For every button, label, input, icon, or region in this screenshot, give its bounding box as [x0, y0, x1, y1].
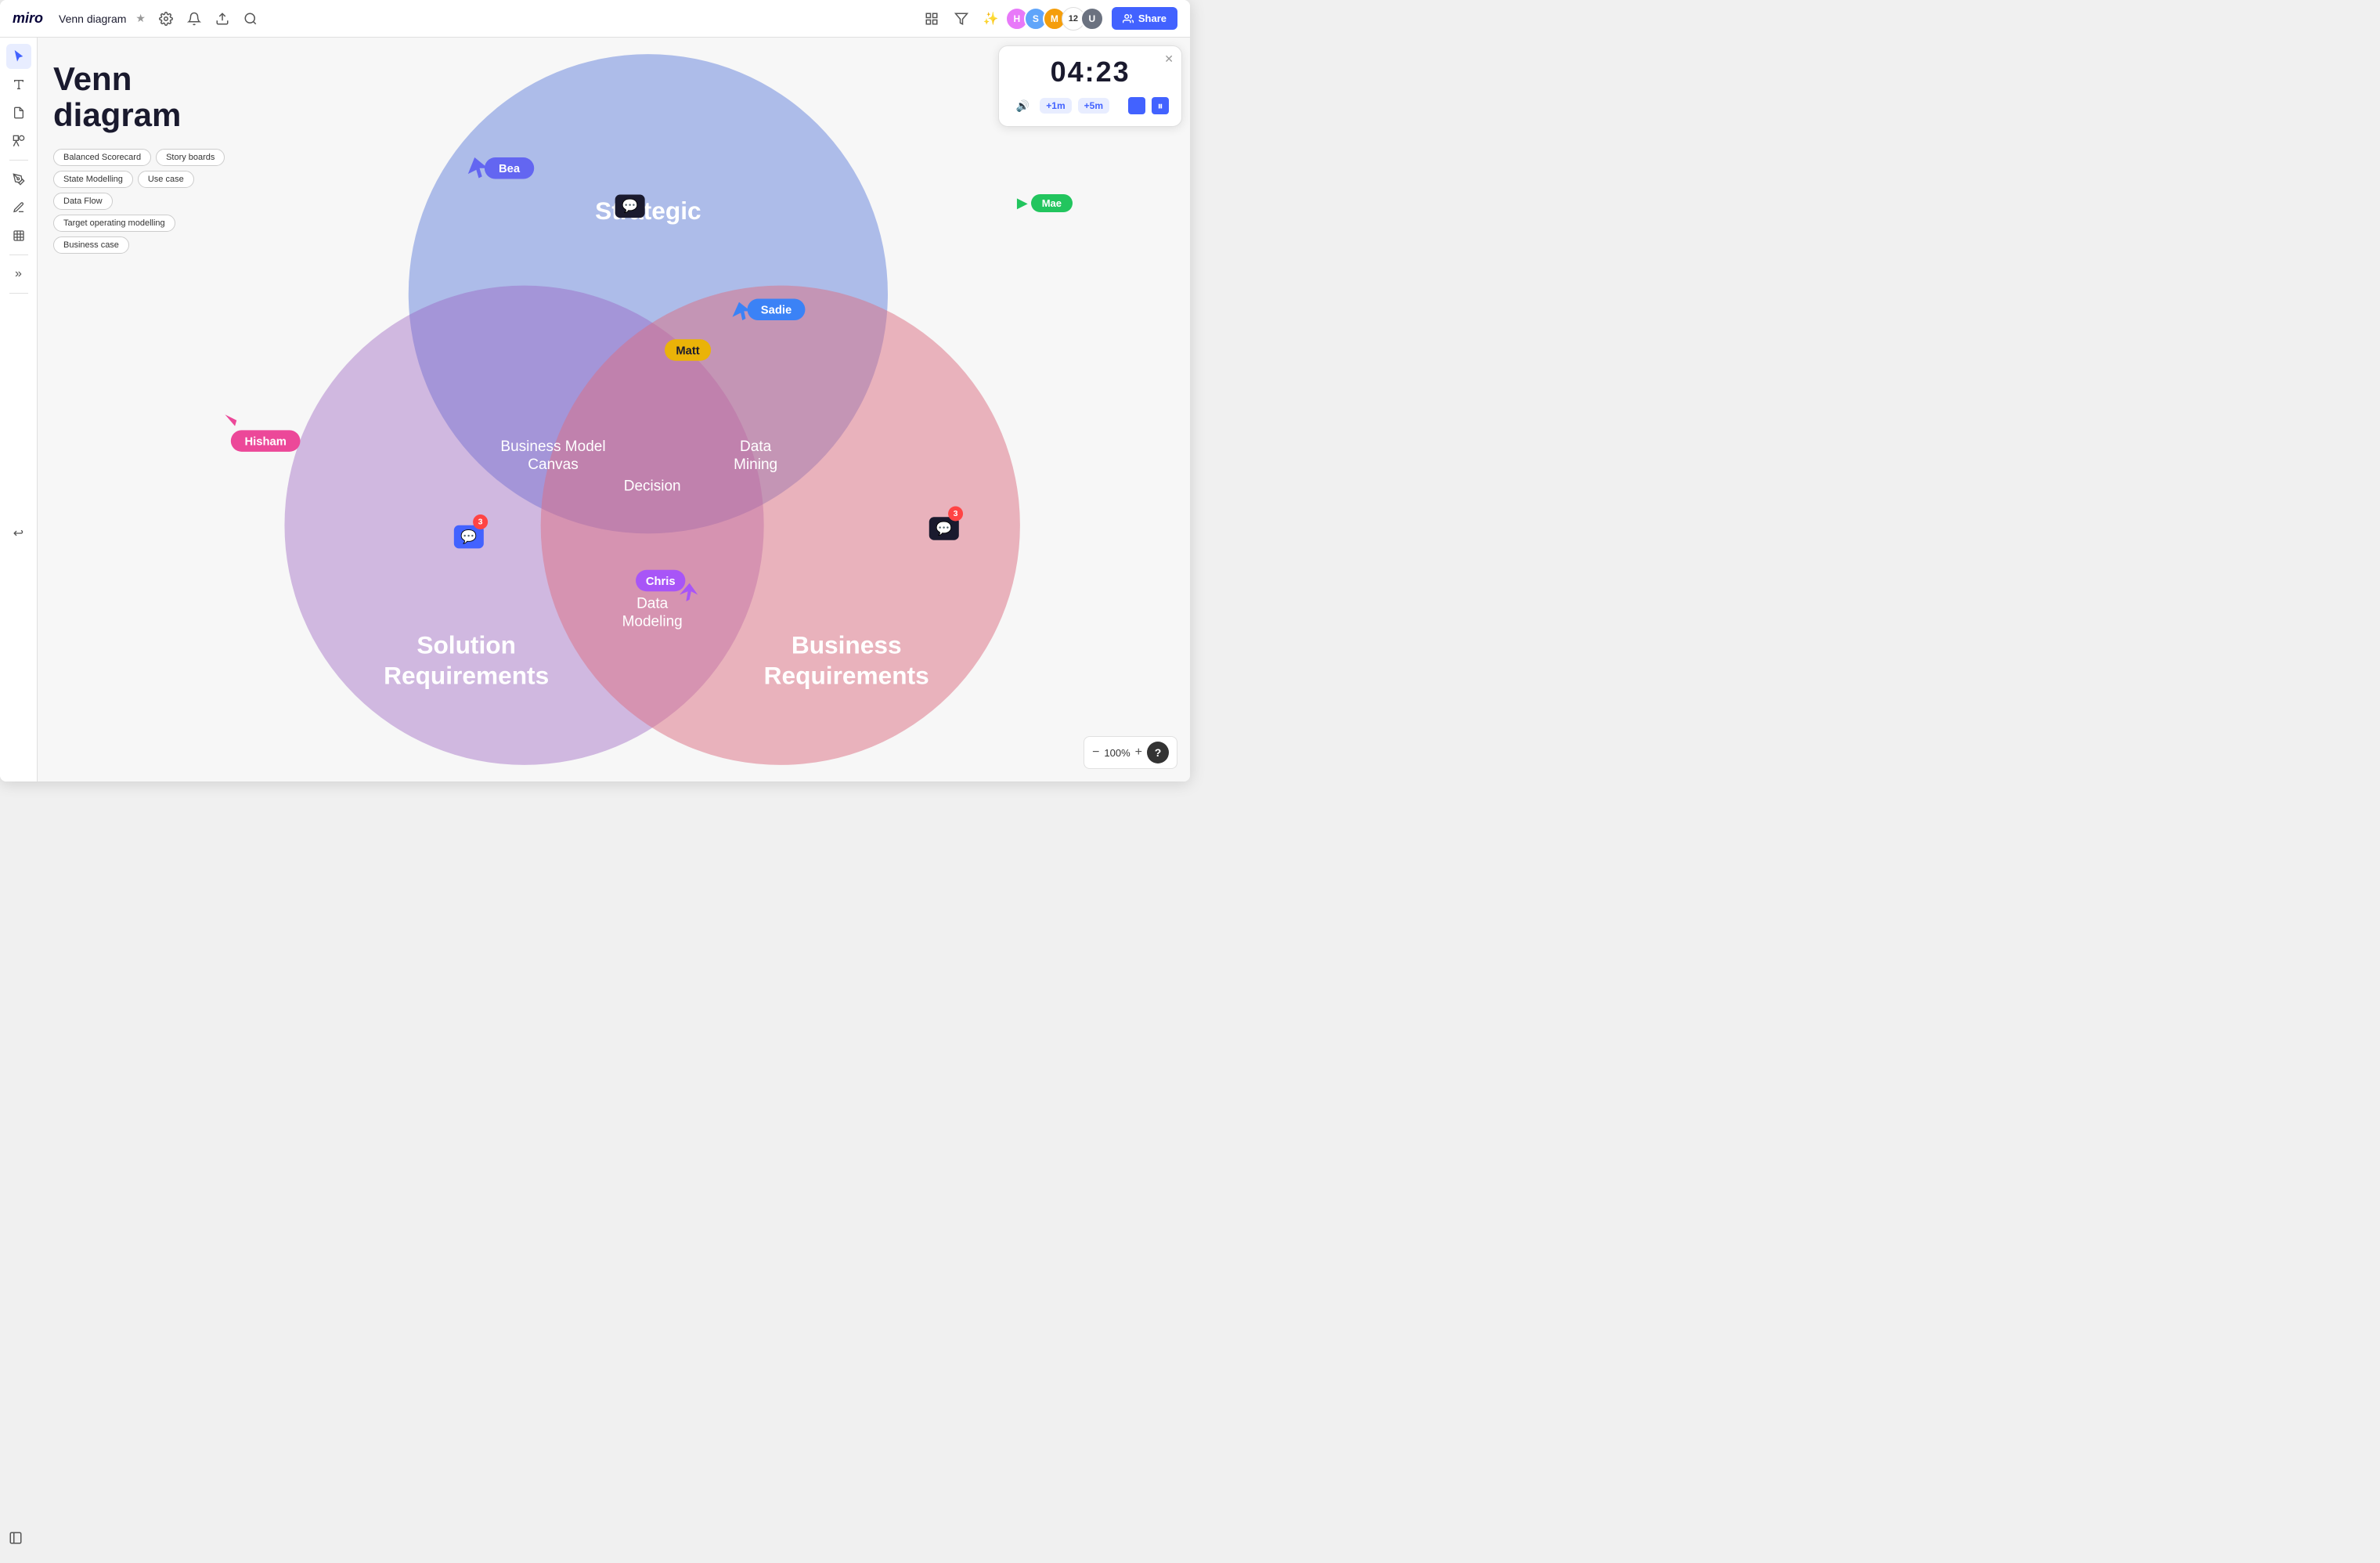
svg-text:Sadie: Sadie [761, 305, 792, 317]
tags-list: Balanced Scorecard Story boards State Mo… [53, 149, 225, 254]
tag-business-case[interactable]: Business case [53, 236, 129, 254]
tag-target-operating[interactable]: Target operating modelling [53, 215, 175, 232]
svg-text:Hisham: Hisham [244, 435, 286, 448]
shapes-tool[interactable] [6, 128, 31, 153]
pen-tool[interactable] [6, 167, 31, 192]
tag-data-flow[interactable]: Data Flow [53, 193, 113, 210]
diagram-title: Venn diagram [53, 61, 225, 133]
timer-plus1-button[interactable]: +1m [1040, 98, 1071, 114]
frame-tool[interactable] [6, 223, 31, 248]
timer-display: 04:23 [1012, 56, 1169, 88]
datamod-label: Data [636, 595, 669, 612]
notifications-icon[interactable] [183, 8, 205, 30]
tag-use-case[interactable]: Use case [138, 171, 194, 188]
timer-panel: ✕ 04:23 🔊 +1m +5m ⏸ [998, 45, 1182, 127]
strategic-label: Strategic [595, 197, 701, 225]
tag-state-modelling[interactable]: State Modelling [53, 171, 133, 188]
comment-icon-top[interactable]: 💬 [615, 195, 645, 218]
settings-icon[interactable] [155, 8, 177, 30]
business-label2: Requirements [764, 661, 929, 689]
dm-label2: Mining [734, 457, 777, 473]
app-container: miro Venn diagram ★ [0, 0, 1190, 782]
diagram-panel: Venn diagram Balanced Scorecard Story bo… [53, 61, 225, 254]
timer-stop-button[interactable] [1128, 97, 1145, 114]
highlighter-tool[interactable] [6, 195, 31, 220]
svg-text:Chris: Chris [646, 576, 676, 588]
solution-label: Solution [416, 630, 516, 659]
svg-text:💬: 💬 [460, 529, 477, 544]
hisham-cursor: Hisham [225, 414, 300, 451]
avatar-5: U [1080, 7, 1104, 31]
bmc-label2: Canvas [528, 457, 578, 473]
datamod-label2: Modeling [622, 614, 683, 630]
main-area: » ↩ Venn diagram Balanced Scorecard Stor… [0, 38, 1190, 782]
zoom-in-button[interactable]: + [1135, 745, 1142, 760]
star-icon[interactable]: ★ [135, 12, 146, 25]
sidebar-divider-1 [9, 160, 28, 161]
miro-logo: miro [13, 10, 43, 27]
solution-label2: Requirements [384, 661, 549, 689]
more-tool[interactable]: » [6, 262, 31, 287]
timer-pause-button[interactable]: ⏸ [1152, 97, 1169, 114]
svg-text:Matt: Matt [676, 345, 699, 357]
topbar-icons [155, 8, 261, 30]
zoom-out-button[interactable]: − [1092, 745, 1099, 760]
upload-icon[interactable] [211, 8, 233, 30]
svg-text:3: 3 [954, 509, 958, 518]
board-title[interactable]: Venn diagram [59, 13, 126, 25]
bmc-label: Business Model [500, 439, 605, 455]
decision-label: Decision [624, 478, 681, 494]
topbar: miro Venn diagram ★ [0, 0, 1190, 38]
left-sidebar: » ↩ [0, 38, 38, 782]
svg-text:💬: 💬 [622, 198, 638, 214]
avatar-group: H S M 12 U [1010, 7, 1104, 31]
svg-text:💬: 💬 [936, 520, 952, 536]
tag-story-boards[interactable]: Story boards [156, 149, 225, 166]
text-tool[interactable] [6, 72, 31, 97]
topbar-right: ✨ H S M 12 U Share [921, 7, 1177, 31]
timer-controls: 🔊 +1m +5m ⏸ [1012, 95, 1169, 117]
svg-text:3: 3 [478, 518, 483, 527]
magic-icon[interactable]: ✨ [980, 8, 1002, 30]
sticky-note-tool[interactable] [6, 100, 31, 125]
help-button[interactable]: ? [1147, 742, 1169, 763]
timer-seconds: 23 [1096, 56, 1130, 88]
canvas[interactable]: Venn diagram Balanced Scorecard Story bo… [38, 38, 1190, 782]
mae-label: Mae [1031, 194, 1073, 212]
timer-minutes: 04 [1051, 56, 1085, 88]
share-button[interactable]: Share [1112, 7, 1177, 30]
dm-label: Data [740, 439, 772, 455]
timer-close-button[interactable]: ✕ [1164, 52, 1174, 66]
zoom-controls: − 100% + ? [1084, 736, 1177, 769]
timer-plus5-button[interactable]: +5m [1078, 98, 1109, 114]
timer-colon: : [1085, 56, 1096, 88]
app-grid-icon[interactable] [921, 8, 943, 30]
mae-arrow-icon: ▶ [1017, 195, 1028, 211]
venn-diagram: Strategic Business Model Canvas Data Min… [139, 38, 1190, 782]
sidebar-divider-2 [9, 254, 28, 255]
undo-tool[interactable]: ↩ [6, 521, 31, 546]
sidebar-divider-3 [9, 293, 28, 294]
business-label: Business [792, 630, 902, 659]
tag-balanced-scorecard[interactable]: Balanced Scorecard [53, 149, 151, 166]
zoom-level-display: 100% [1104, 747, 1130, 759]
timer-sound-button[interactable]: 🔊 [1012, 95, 1033, 117]
filter-icon[interactable] [950, 8, 972, 30]
svg-text:Bea: Bea [499, 163, 521, 175]
mae-cursor: ▶ Mae [1017, 194, 1073, 212]
search-icon[interactable] [240, 8, 261, 30]
cursor-tool[interactable] [6, 44, 31, 69]
